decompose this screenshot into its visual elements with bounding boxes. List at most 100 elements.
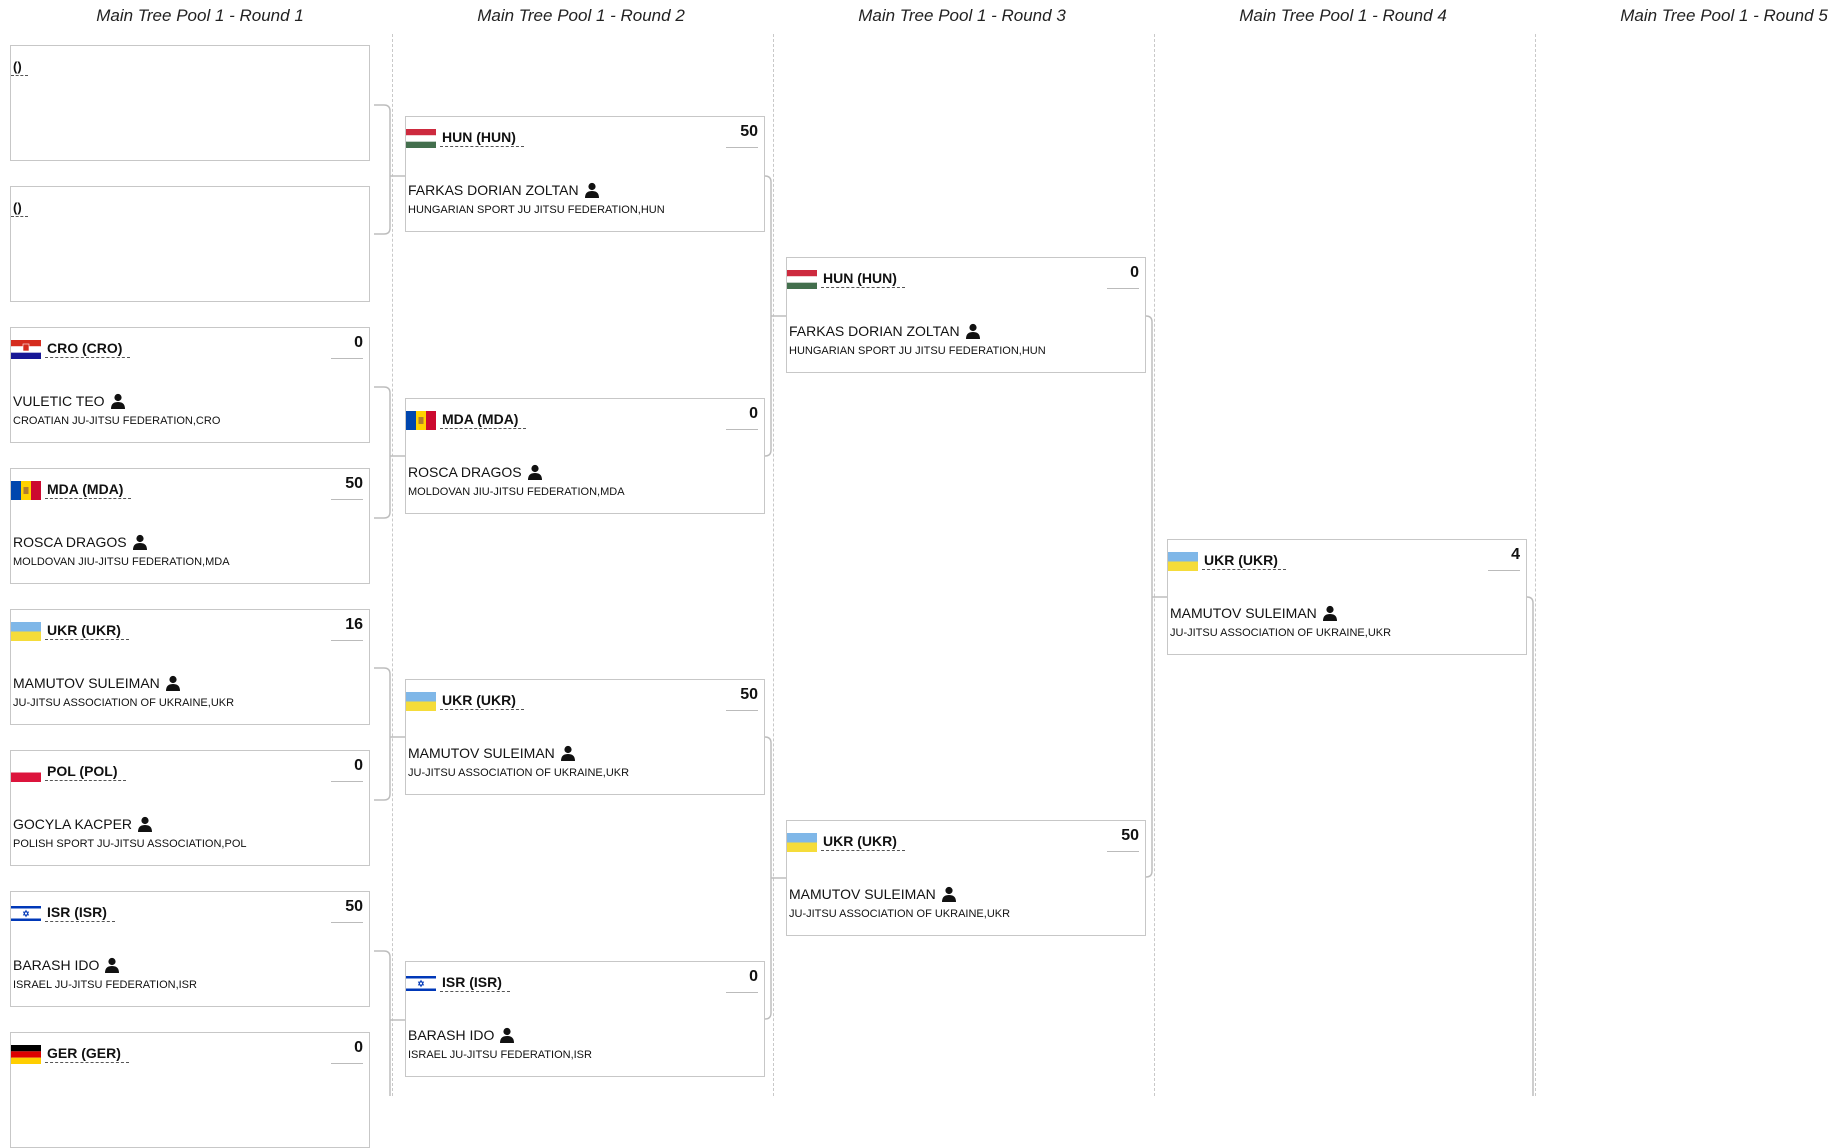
hungary-flag-icon	[787, 269, 817, 289]
match-card[interactable]: UKR (UKR) 16 MAMUTOV SULEIMAN JU-JITSU ASSO…	[10, 609, 370, 725]
person-icon[interactable]	[110, 393, 126, 409]
score-value: 50	[331, 475, 363, 500]
club-name: MOLDOVAN JIU-JITSU FEDERATION,MDA	[408, 486, 625, 498]
person-icon[interactable]	[165, 675, 181, 691]
club-name: MOLDOVAN JIU-JITSU FEDERATION,MDA	[13, 556, 230, 568]
team-row: ()	[11, 54, 28, 80]
column-divider	[1154, 34, 1155, 1096]
athlete-name: VULETIC TEO	[13, 393, 105, 409]
match-card[interactable]: MDA (MDA) 0 ROSCA DRAGOS MOLDOVAN JIU-JITSU…	[405, 398, 765, 514]
team-row: ISR (ISR)	[406, 970, 510, 996]
team-row: GER (GER)	[11, 1041, 129, 1067]
round-title-2: Main Tree Pool 1 - Round 2	[477, 6, 685, 25]
club-name: JU-JITSU ASSOCIATION OF UKRAINE,UKR	[1170, 627, 1392, 639]
match-card[interactable]: ISR (ISR) 0 BARASH IDO ISRAEL JU-JITSU FEDE…	[405, 961, 765, 1077]
person-icon[interactable]	[132, 534, 148, 550]
person-icon[interactable]	[584, 182, 600, 198]
moldova-flag-icon	[11, 480, 41, 500]
score-value: 0	[726, 405, 758, 430]
match-card[interactable]: UKR (UKR) 4 MAMUTOV SULEIMAN JU-JITSU ASSOC…	[1167, 539, 1527, 655]
round-title-1: Main Tree Pool 1 - Round 1	[96, 6, 304, 25]
team-row: ()	[11, 195, 28, 221]
team-name-link[interactable]: ()	[11, 59, 28, 76]
team-name-link[interactable]: UKR (UKR)	[45, 622, 129, 640]
club-name: ISRAEL JU-JITSU FEDERATION,ISR	[13, 979, 197, 991]
team-name-link[interactable]: UKR (UKR)	[440, 692, 524, 710]
hungary-flag-icon	[406, 128, 436, 148]
team-name-link[interactable]: HUN (HUN)	[821, 270, 905, 288]
team-row: POL (POL)	[11, 759, 126, 785]
round-title-5: Main Tree Pool 1 - Round 5	[1620, 6, 1828, 25]
match-card[interactable]: UKR (UKR) 50 MAMUTOV SULEIMAN JU-JITSU ASSO…	[786, 820, 1146, 936]
israel-flag-icon	[11, 903, 41, 923]
athlete-row: FARKAS DORIAN ZOLTAN	[789, 323, 981, 339]
match-card[interactable]: HUN (HUN) 0 FARKAS DORIAN ZOLTAN HUNGARIAN …	[786, 257, 1146, 373]
team-name-link[interactable]: ISR (ISR)	[45, 904, 115, 922]
person-icon[interactable]	[104, 957, 120, 973]
athlete-row: FARKAS DORIAN ZOLTAN	[408, 182, 600, 198]
team-name-link[interactable]: UKR (UKR)	[1202, 552, 1286, 570]
team-name-link[interactable]: CRO (CRO)	[45, 340, 131, 358]
athlete-row: BARASH IDO	[13, 957, 120, 973]
person-icon[interactable]	[965, 323, 981, 339]
moldova-flag-icon	[406, 410, 436, 430]
ukraine-flag-icon	[787, 832, 817, 852]
match-card[interactable]: MDA (MDA) 50 ROSCA DRAGOS MOLDOVAN JIU-JITS…	[10, 468, 370, 584]
team-row: CRO (CRO)	[11, 336, 131, 362]
ukraine-flag-icon	[406, 691, 436, 711]
match-card[interactable]: GER (GER) 0	[10, 1032, 370, 1148]
person-icon[interactable]	[137, 816, 153, 832]
athlete-name: MAMUTOV SULEIMAN	[408, 745, 555, 761]
column-divider	[773, 34, 774, 1096]
athlete-name: BARASH IDO	[13, 957, 100, 973]
score-value: 50	[726, 123, 758, 148]
person-icon[interactable]	[499, 1027, 515, 1043]
team-name-link[interactable]: MDA (MDA)	[45, 481, 132, 499]
match-card[interactable]: ISR (ISR) 50 BARASH IDO ISRAEL JU-JITSU FED…	[10, 891, 370, 1007]
score-value: 0	[331, 334, 363, 359]
score-value: 0	[331, 757, 363, 782]
club-name: JU-JITSU ASSOCIATION OF UKRAINE,UKR	[13, 697, 235, 709]
team-name-link[interactable]: MDA (MDA)	[440, 411, 527, 429]
team-row: HUN (HUN)	[787, 266, 905, 292]
person-icon[interactable]	[941, 886, 957, 902]
club-name: CROATIAN JU-JITSU FEDERATION,CRO	[13, 415, 221, 427]
israel-flag-icon	[406, 973, 436, 993]
athlete-row: BARASH IDO	[408, 1027, 515, 1043]
person-icon[interactable]	[560, 745, 576, 761]
athlete-name: FARKAS DORIAN ZOLTAN	[789, 323, 960, 339]
athlete-row: MAMUTOV SULEIMAN	[1170, 605, 1338, 621]
club-name: HUNGARIAN SPORT JU JITSU FEDERATION,HUN	[408, 204, 665, 216]
team-row: UKR (UKR)	[406, 688, 524, 714]
team-row: UKR (UKR)	[1168, 548, 1286, 574]
athlete-row: MAMUTOV SULEIMAN	[789, 886, 957, 902]
team-row: UKR (UKR)	[11, 618, 129, 644]
match-card[interactable]: UKR (UKR) 50 MAMUTOV SULEIMAN JU-JITSU ASSO…	[405, 679, 765, 795]
athlete-name: ROSCA DRAGOS	[408, 464, 522, 480]
ukraine-flag-icon	[11, 621, 41, 641]
athlete-row: ROSCA DRAGOS	[408, 464, 543, 480]
team-name-link[interactable]: HUN (HUN)	[440, 129, 524, 147]
athlete-row: MAMUTOV SULEIMAN	[13, 675, 181, 691]
athlete-row: VULETIC TEO	[13, 393, 126, 409]
team-name-link[interactable]: ()	[11, 200, 28, 217]
croatia-flag-icon	[11, 339, 41, 359]
match-card[interactable]: ()	[10, 45, 370, 161]
club-name: POLISH SPORT JU-JITSU ASSOCIATION,POL	[13, 838, 247, 850]
club-name: ISRAEL JU-JITSU FEDERATION,ISR	[408, 1049, 592, 1061]
team-name-link[interactable]: ISR (ISR)	[440, 974, 510, 992]
team-name-link[interactable]: UKR (UKR)	[821, 833, 905, 851]
column-divider	[392, 34, 393, 1096]
team-row: MDA (MDA)	[11, 477, 132, 503]
score-value: 4	[1488, 546, 1520, 571]
score-value: 50	[1107, 827, 1139, 852]
person-icon[interactable]	[527, 464, 543, 480]
match-card[interactable]: CRO (CRO) 0 VULETIC TEO CROATIAN JU-JITSU F…	[10, 327, 370, 443]
score-value: 0	[1107, 264, 1139, 289]
person-icon[interactable]	[1322, 605, 1338, 621]
match-card[interactable]: POL (POL) 0 GOCYLA KACPER POLISH SPORT JU-J…	[10, 750, 370, 866]
match-card[interactable]: HUN (HUN) 50 FARKAS DORIAN ZOLTAN HUNGARIAN…	[405, 116, 765, 232]
match-card[interactable]: ()	[10, 186, 370, 302]
team-name-link[interactable]: GER (GER)	[45, 1045, 129, 1063]
team-name-link[interactable]: POL (POL)	[45, 763, 126, 781]
